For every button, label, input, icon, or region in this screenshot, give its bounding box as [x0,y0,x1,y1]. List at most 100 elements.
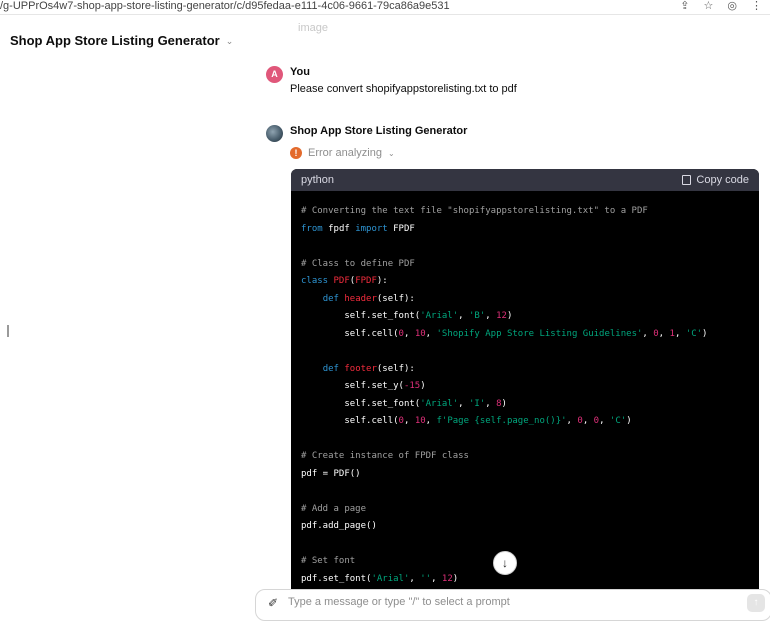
code-token: self.cell( [301,416,399,426]
error-analyzing-toggle[interactable]: ! Error analyzing ⌄ [290,147,395,159]
code-token: self.set_font( [301,311,421,321]
code-token: 'C' [685,328,703,339]
code-token: FPDF [355,276,377,286]
code-token: footer [344,363,377,374]
code-token: def [322,363,339,374]
code-token: , [425,328,437,339]
code-line: pdf.add_page() [301,518,749,536]
code-token: , [425,416,437,426]
code-token: ) [626,416,632,426]
code-token: f'Page {self.page_no()}' [436,416,567,426]
code-token: # Converting the text file "shopifyappst… [301,206,648,216]
code-token: import [355,223,388,234]
scroll-down-button[interactable]: ↓ [493,551,517,575]
assistant-avatar [266,125,283,142]
code-token: from [301,223,323,234]
code-token: , [566,416,578,426]
code-token: , [403,328,415,339]
code-token: 'Arial' [371,573,410,584]
code-token: pdf.add_page() [301,521,377,531]
code-token: ) [506,311,513,321]
copy-code-button[interactable]: Copy code [682,174,749,186]
code-line: class PDF(FPDF): [301,273,749,291]
code-line: # Create instance of FPDF class [301,448,749,466]
user-message-text: Please convert shopifyappstorelisting.tx… [290,83,517,95]
code-token: 'I' [469,398,486,409]
code-token: # Add a page [301,503,367,514]
user-avatar: A [266,66,283,83]
globe-icon[interactable]: ◎ [727,0,737,12]
code-token: ) [501,398,507,409]
message-composer: ✐ ↑ [255,589,770,621]
code-line: self.set_font('Arial', 'B', 12) [301,308,749,326]
star-icon[interactable]: ☆ [704,0,714,12]
code-token: FPDF [387,223,415,234]
error-icon: ! [290,147,302,159]
assistant-name: Shop App Store Listing Generator [290,125,468,137]
code-line: self.set_y(-15) [301,378,749,396]
code-token: self.set_y( [301,381,404,391]
code-line: pdf.set_font('Arial', '', 12) [301,571,749,589]
code-token: PDF [333,276,350,286]
user-name: You [290,66,310,78]
code-token: self.set_font( [301,398,421,409]
code-line: self.cell(0, 10, 'Shopify App Store List… [301,326,749,344]
code-language: python [301,174,335,186]
code-token: fpdf [322,223,356,234]
code-token: # Class to define PDF [301,258,415,269]
paperclip-icon[interactable]: ✐ [268,596,278,610]
code-line: def footer(self): [301,361,749,379]
code-token: ) [452,573,459,584]
arrow-down-icon: ↓ [502,556,508,570]
code-token: , [431,573,442,584]
scrolled-text: image [298,22,328,34]
code-token: 'B' [469,311,486,321]
code-token: , [582,416,594,426]
code-token: , [658,328,670,339]
text-cursor [7,325,9,337]
message-input[interactable] [288,594,728,610]
clipboard-icon [682,175,692,185]
code-line: # Class to define PDF [301,256,749,274]
code-token: , [403,416,415,426]
code-token: 'Shopify App Store Listing Guidelines' [436,328,643,339]
code-token: ): [376,276,388,286]
code-line: # Add a page [301,501,749,519]
code-token: , [485,398,497,409]
code-token: 12 [441,573,453,584]
code-token: class [301,276,329,286]
code-token: , [458,398,469,409]
code-token: 10 [414,416,426,426]
browser-url-bar[interactable]: /g-UPPrOs4w7-shop-app-store-listing-gene… [0,0,770,15]
code-token: , [642,328,654,339]
code-content: # Converting the text file "shopifyappst… [291,191,759,588]
url-text[interactable]: /g-UPPrOs4w7-shop-app-store-listing-gene… [0,0,450,12]
code-token: '' [420,573,432,584]
chevron-down-icon: ⌄ [387,148,395,158]
code-token: pdf.set_font( [301,573,372,584]
gpt-title-dropdown[interactable]: Shop App Store Listing Generator ⌄ [10,30,233,50]
send-button[interactable]: ↑ [747,594,765,612]
code-block: python Copy code # Converting the text f… [291,169,759,589]
code-token: # Set font [301,556,356,566]
code-token: self.cell( [301,328,399,339]
code-token: 10 [414,328,426,339]
code-line: # Set font [301,553,749,571]
code-token: , [485,311,497,321]
code-token: (self): [376,293,415,304]
browser-toolbar-icons: ⇪ ☆ ◎ ⋮ [680,0,762,12]
share-icon[interactable]: ⇪ [680,0,689,12]
code-token: ) [420,381,426,391]
code-token: (self): [376,363,415,374]
code-line: self.cell(0, 10, f'Page {self.page_no()}… [301,413,749,431]
code-line: self.set_font('Arial', 'I', 8) [301,396,749,414]
code-token: 'Arial' [420,398,459,409]
code-token: 'Arial' [420,311,459,321]
chevron-down-icon: ⌄ [225,35,234,46]
menu-icon[interactable]: ⋮ [751,0,762,12]
code-line: # Converting the text file "shopifyappst… [301,203,749,221]
